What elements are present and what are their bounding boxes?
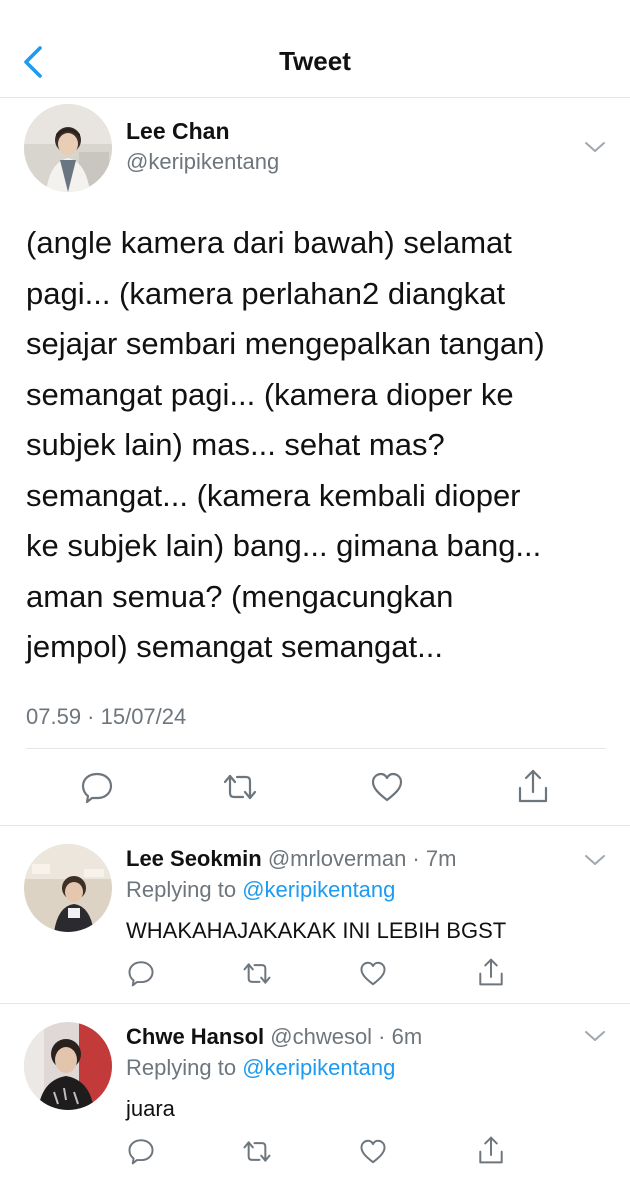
share-button[interactable] bbox=[477, 957, 505, 987]
retweet-button[interactable] bbox=[222, 771, 258, 803]
reply-icon bbox=[81, 772, 113, 804]
author-handle-time: @mrloverman · 7m bbox=[261, 846, 457, 871]
retweet-icon bbox=[223, 774, 257, 800]
reply-header: Lee Seokmin @mrloverman · 7m bbox=[126, 846, 456, 872]
more-options-button[interactable] bbox=[583, 852, 607, 868]
tweet-text: (angle kamera dari bawah) selamat pagi..… bbox=[26, 218, 616, 673]
share-icon bbox=[518, 769, 548, 803]
bottom-tab-bar bbox=[0, 1190, 630, 1200]
author-name[interactable]: Lee Chan bbox=[126, 118, 230, 145]
more-options-button[interactable] bbox=[583, 1028, 607, 1044]
tweet-text-line: semangat... (kamera kembali dioper bbox=[26, 477, 521, 513]
reply-header: Chwe Hansol @chwesol · 6m bbox=[126, 1024, 422, 1050]
like-icon bbox=[371, 772, 403, 802]
replying-to: Replying to @keripikentang bbox=[126, 877, 395, 903]
reply-button[interactable] bbox=[127, 959, 155, 987]
top-nav-bar: Tweet bbox=[0, 0, 630, 98]
tweet-text-line: subjek lain) mas... sehat mas? bbox=[26, 427, 445, 462]
tweet-text-line: pagi... (kamera perlahan2 diangkat bbox=[26, 275, 506, 311]
chevron-down-icon bbox=[585, 1031, 605, 1041]
avatar[interactable] bbox=[24, 844, 112, 932]
replying-to-label: Replying to bbox=[126, 1055, 243, 1080]
reply-button[interactable] bbox=[80, 770, 114, 804]
tweet-text-line: ke subjek lain) bang... gimana bang... bbox=[26, 528, 542, 563]
more-options-button[interactable] bbox=[583, 139, 607, 155]
profile-photo-icon bbox=[24, 844, 112, 932]
tweet-text-line: jempol) semangat semangat... bbox=[26, 629, 443, 664]
share-button[interactable] bbox=[477, 1135, 505, 1165]
tweet-text-line: (angle kamera dari bawah) selamat bbox=[26, 225, 512, 260]
retweet-button[interactable] bbox=[242, 960, 272, 987]
share-icon bbox=[479, 1136, 503, 1164]
avatar[interactable] bbox=[24, 104, 112, 192]
like-icon bbox=[360, 961, 386, 986]
like-icon bbox=[360, 1139, 386, 1164]
replying-to-label: Replying to bbox=[126, 877, 243, 902]
reply-text: juara bbox=[126, 1096, 175, 1121]
retweet-button[interactable] bbox=[242, 1138, 272, 1165]
share-icon bbox=[479, 958, 503, 986]
replying-to: Replying to @keripikentang bbox=[126, 1055, 395, 1081]
author-handle[interactable]: @keripikentang bbox=[126, 149, 279, 175]
like-button[interactable] bbox=[370, 771, 404, 803]
tweet-text-line: sejajar sembari mengepalkan tangan) bbox=[26, 326, 545, 361]
share-button[interactable] bbox=[516, 768, 550, 804]
reply-icon bbox=[128, 1139, 154, 1165]
reply-button[interactable] bbox=[127, 1137, 155, 1165]
like-button[interactable] bbox=[359, 1138, 387, 1165]
tweet-text-line: aman semua? (mengacungkan bbox=[26, 578, 454, 614]
profile-photo-icon bbox=[24, 104, 112, 192]
like-button[interactable] bbox=[359, 960, 387, 987]
reply-icon bbox=[128, 961, 154, 987]
divider bbox=[26, 748, 606, 749]
chevron-down-icon bbox=[585, 855, 605, 865]
reply-tweet[interactable]: Lee Seokmin @mrloverman · 7m Replying to… bbox=[0, 826, 630, 1004]
replying-to-handle-link[interactable]: @keripikentang bbox=[242, 877, 395, 902]
page-title: Tweet bbox=[279, 46, 351, 76]
retweet-icon bbox=[243, 1141, 271, 1162]
replying-to-handle-link[interactable]: @keripikentang bbox=[242, 1055, 395, 1080]
chevron-down-icon bbox=[585, 142, 605, 152]
author-handle-time: @chwesol · 6m bbox=[264, 1024, 423, 1049]
reply-text: WHAKAHAJAKAKAK INI LEBIH BGST bbox=[126, 918, 507, 943]
tweet-text-line: semangat pagi... (kamera dioper ke bbox=[26, 376, 514, 412]
avatar[interactable] bbox=[24, 1022, 112, 1110]
author-name[interactable]: Chwe Hansol bbox=[126, 1024, 264, 1049]
profile-photo-icon bbox=[24, 1022, 112, 1110]
reply-tweet[interactable]: Chwe Hansol @chwesol · 6m Replying to @k… bbox=[0, 1004, 630, 1190]
retweet-icon bbox=[243, 963, 271, 984]
author-name[interactable]: Lee Seokmin bbox=[126, 846, 262, 871]
tweet-timestamp: 07.59 · 15/07/24 bbox=[26, 704, 187, 729]
